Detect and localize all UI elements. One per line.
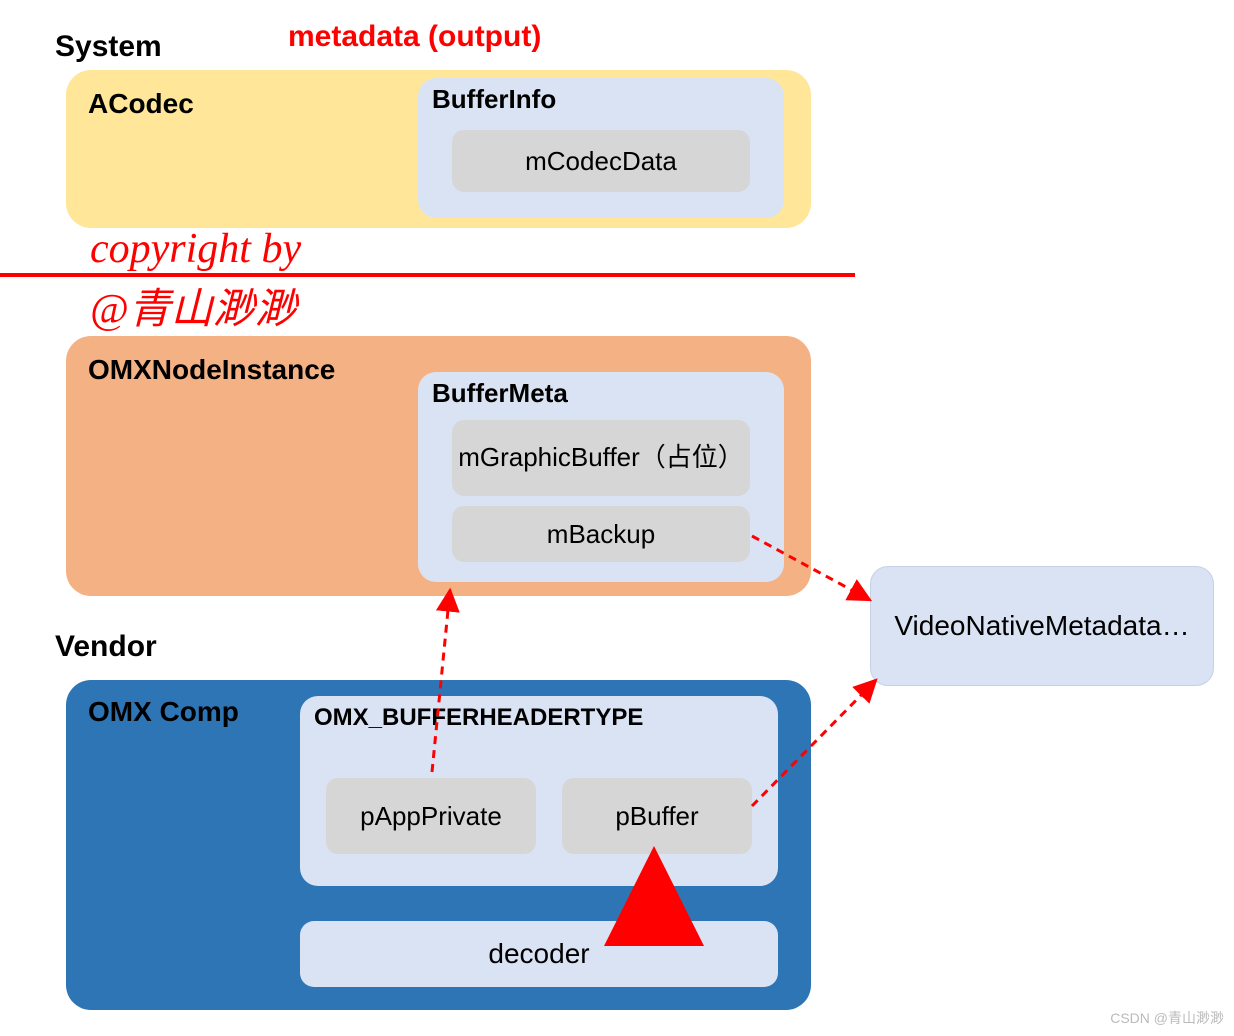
mgraphicbuffer-box: mGraphicBuffer（占位） xyxy=(452,420,750,496)
videonativemeta-box: VideoNativeMetadata… xyxy=(870,566,1214,686)
buffermeta-box: BufferMeta mGraphicBuffer（占位） mBackup xyxy=(418,372,784,582)
watermark-text: CSDN @青山渺渺 xyxy=(1110,1008,1224,1028)
system-label: System xyxy=(55,30,162,64)
videonativemeta-label: VideoNativeMetadata… xyxy=(871,610,1213,642)
mbackup-label: mBackup xyxy=(452,519,750,550)
vendor-label: Vendor xyxy=(55,630,157,664)
decoder-label: decoder xyxy=(300,938,778,970)
mbackup-box: mBackup xyxy=(452,506,750,562)
mcodecdata-box: mCodecData xyxy=(452,130,750,192)
omxnode-title: OMXNodeInstance xyxy=(88,354,335,386)
pbuffer-box: pBuffer xyxy=(562,778,752,854)
pappprivate-box: pAppPrivate xyxy=(326,778,536,854)
diagram-title: metadata (output) xyxy=(288,20,541,54)
bufferinfo-title: BufferInfo xyxy=(432,84,556,115)
omxbufferheader-box: OMX_BUFFERHEADERTYPE pAppPrivate pBuffer xyxy=(300,696,778,886)
mcodecdata-label: mCodecData xyxy=(452,146,750,177)
bufferinfo-box: BufferInfo mCodecData xyxy=(418,78,784,218)
omxbufferheader-title: OMX_BUFFERHEADERTYPE xyxy=(314,704,643,732)
mgraphicbuffer-label: mGraphicBuffer（占位） xyxy=(452,443,750,473)
decoder-box: decoder xyxy=(300,921,778,987)
acodec-title: ACodec xyxy=(88,88,194,120)
copyright-line2: @青山渺渺 xyxy=(90,275,297,336)
copyright-line1: copyright by xyxy=(90,225,301,273)
omxcomp-title: OMX Comp xyxy=(88,696,239,728)
pappprivate-label: pAppPrivate xyxy=(326,801,536,832)
buffermeta-title: BufferMeta xyxy=(432,378,568,409)
pbuffer-label: pBuffer xyxy=(562,801,752,832)
divider-line xyxy=(0,273,855,277)
